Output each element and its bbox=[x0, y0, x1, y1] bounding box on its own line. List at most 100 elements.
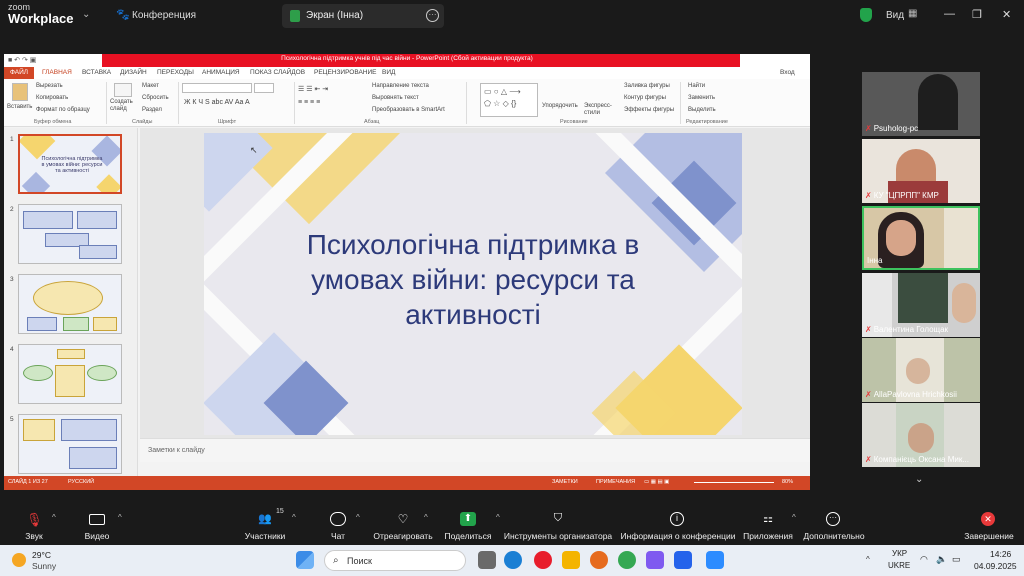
chat-options-caret[interactable]: ^ bbox=[356, 513, 360, 522]
video-options-caret[interactable]: ^ bbox=[118, 513, 122, 522]
opera-icon[interactable] bbox=[534, 551, 552, 569]
react-options-caret[interactable]: ^ bbox=[424, 513, 428, 522]
font-size-select[interactable] bbox=[254, 83, 274, 93]
slide-thumbnail[interactable] bbox=[18, 204, 122, 264]
participant-video[interactable]: ✗ Компанієць Оксана Мик... bbox=[862, 403, 980, 467]
scroll-down-icon[interactable]: ⌄ bbox=[915, 474, 923, 485]
audio-options-caret[interactable]: ^ bbox=[52, 513, 56, 522]
notes-pane[interactable]: Заметки к слайду bbox=[140, 438, 810, 462]
keyboard-layout[interactable]: UKRE bbox=[888, 561, 910, 570]
view-buttons[interactable]: ▭ ▦ ▤ ▣ bbox=[644, 479, 669, 485]
taskbar-search[interactable]: ⌕ Поиск bbox=[324, 550, 466, 571]
tab-insert[interactable]: ВСТАВКА bbox=[82, 69, 111, 76]
react-button[interactable]: ♡ Отреагировать bbox=[370, 505, 436, 545]
minimize-icon[interactable]: — bbox=[944, 8, 955, 20]
comments-toggle[interactable]: ПРИМЕЧАНИЯ bbox=[596, 479, 635, 485]
video-button[interactable]: Видео bbox=[76, 505, 118, 545]
task-view-icon[interactable] bbox=[478, 551, 496, 569]
chat-button[interactable]: Чат bbox=[320, 505, 356, 545]
zoom-slider[interactable] bbox=[694, 482, 774, 483]
paragraph-buttons[interactable]: ☰ ☰ ⇤ ⇥ bbox=[298, 85, 328, 93]
shape-outline-button[interactable]: Контур фигуры bbox=[624, 95, 666, 101]
share-options-caret[interactable]: ^ bbox=[496, 513, 500, 522]
apps-options-caret[interactable]: ^ bbox=[792, 513, 796, 522]
more-options-icon[interactable]: ··· bbox=[426, 9, 439, 22]
notes-toggle[interactable]: ЗАМЕТКИ bbox=[552, 479, 578, 485]
zoom-percent[interactable]: 80% bbox=[782, 479, 793, 485]
edge-icon[interactable] bbox=[504, 551, 522, 569]
tab-slideshow[interactable]: ПОКАЗ СЛАЙДОВ bbox=[250, 69, 305, 76]
slide-thumbnail[interactable] bbox=[18, 274, 122, 334]
tab-home[interactable]: ГЛАВНАЯ bbox=[42, 69, 72, 76]
tab-design[interactable]: ДИЗАЙН bbox=[120, 69, 147, 76]
cut-button[interactable]: Вырезать bbox=[36, 83, 63, 89]
clock-date[interactable]: 04.09.2025 bbox=[974, 561, 1017, 571]
new-slide-icon[interactable] bbox=[114, 83, 132, 97]
host-tools-button[interactable]: ⛉ Инструменты организатора bbox=[502, 505, 614, 545]
tab-review[interactable]: РЕЦЕНЗИРОВАНИЕ bbox=[314, 69, 377, 76]
reset-button[interactable]: Сбросить bbox=[142, 95, 169, 101]
audio-button[interactable]: 🎙 Звук bbox=[14, 505, 54, 545]
slide-thumbnail[interactable] bbox=[18, 414, 122, 474]
shape-fill-button[interactable]: Заливка фигуры bbox=[624, 83, 670, 89]
signin-link[interactable]: Вход bbox=[780, 69, 795, 76]
paste-button[interactable]: Вставить bbox=[7, 104, 32, 110]
tray-chevron-icon[interactable]: ^ bbox=[866, 555, 870, 564]
wifi-icon[interactable]: ◠ bbox=[920, 554, 928, 565]
apps-button[interactable]: ⚏ Приложения bbox=[740, 505, 796, 545]
security-shield-icon[interactable] bbox=[860, 8, 872, 22]
windows-start-icon[interactable] bbox=[296, 551, 314, 569]
close-icon[interactable]: ✕ bbox=[1002, 8, 1011, 21]
end-meeting-button[interactable]: ✕ Завершение bbox=[960, 505, 1018, 545]
copilot-icon[interactable] bbox=[646, 551, 664, 569]
font-format-buttons[interactable]: Ж К Ч S abc AV Aa A bbox=[184, 99, 250, 106]
participant-video[interactable]: ✗ Валентина Голощак bbox=[862, 273, 980, 337]
current-slide[interactable]: Психологічна підтримка в умовах війни: р… bbox=[204, 133, 742, 435]
participant-video[interactable]: ✗ Psuholog-pc bbox=[862, 72, 980, 136]
paste-icon[interactable] bbox=[12, 83, 28, 101]
shape-effects-button[interactable]: Эффекты фигуры bbox=[624, 107, 674, 113]
arrange-button[interactable]: Упорядочить bbox=[542, 103, 578, 109]
weather-sun-icon[interactable] bbox=[12, 553, 26, 567]
chevron-down-icon[interactable]: ⌄ bbox=[82, 9, 90, 20]
language-indicator[interactable]: РУССКИЙ bbox=[68, 479, 94, 485]
slide-thumbnail[interactable]: Психологічна підтримка в умовах війни: р… bbox=[18, 134, 122, 194]
participants-options-caret[interactable]: ^ bbox=[292, 513, 296, 522]
slide-thumbnail[interactable] bbox=[18, 344, 122, 404]
copy-button[interactable]: Копировать bbox=[36, 95, 68, 101]
volume-icon[interactable]: 🔈 bbox=[936, 554, 947, 565]
chrome-icon[interactable] bbox=[618, 551, 636, 569]
battery-icon[interactable]: ▭ bbox=[952, 554, 961, 565]
firefox-icon[interactable] bbox=[590, 551, 608, 569]
replace-button[interactable]: Заменить bbox=[688, 95, 715, 101]
participants-button[interactable]: 👥 15 Участники bbox=[240, 505, 290, 545]
section-button[interactable]: Раздел bbox=[142, 107, 162, 113]
clock-time[interactable]: 14:26 bbox=[990, 549, 1011, 559]
quick-styles-button[interactable]: Экспресс-стили bbox=[584, 103, 614, 117]
conference-menu[interactable]: Конференция bbox=[132, 10, 196, 21]
zoom-app-icon[interactable] bbox=[706, 551, 724, 569]
file-explorer-icon[interactable] bbox=[562, 551, 580, 569]
maximize-icon[interactable]: ❐ bbox=[972, 8, 982, 21]
keyboard-lang[interactable]: УКР bbox=[892, 549, 907, 558]
tab-view[interactable]: ВИД bbox=[382, 69, 395, 76]
tab-animation[interactable]: АНИМАЦИЯ bbox=[202, 69, 240, 76]
format-painter-button[interactable]: Формат по образцу bbox=[36, 107, 90, 113]
participant-video-active-speaker[interactable]: Інна bbox=[862, 206, 980, 270]
layout-button[interactable]: Макет bbox=[142, 83, 159, 89]
text-direction-button[interactable]: Направление текста bbox=[372, 83, 429, 89]
share-screen-tab[interactable]: Экран (Інна) ··· bbox=[282, 4, 444, 28]
align-text-button[interactable]: Выровнять текст bbox=[372, 95, 419, 101]
view-button[interactable]: Вид bbox=[886, 10, 904, 21]
find-button[interactable]: Найти bbox=[688, 83, 705, 89]
smartart-button[interactable]: Преобразовать в SmartArt bbox=[372, 107, 445, 113]
meeting-info-button[interactable]: i Информация о конференции bbox=[618, 505, 738, 545]
participant-video[interactable]: ✗ КУ "ЦПРПП" КМР bbox=[862, 139, 980, 203]
align-buttons[interactable]: ≡ ≡ ≡ ≡ bbox=[298, 99, 320, 106]
store-icon[interactable] bbox=[674, 551, 692, 569]
share-screen-button[interactable]: ⬆ Поделиться bbox=[442, 505, 494, 545]
select-button[interactable]: Выделить bbox=[688, 107, 716, 113]
tab-file[interactable]: ФАЙЛ bbox=[4, 67, 34, 79]
new-slide-button[interactable]: Создать слайд bbox=[110, 99, 136, 113]
view-grid-icon[interactable]: ▦ bbox=[908, 8, 917, 19]
